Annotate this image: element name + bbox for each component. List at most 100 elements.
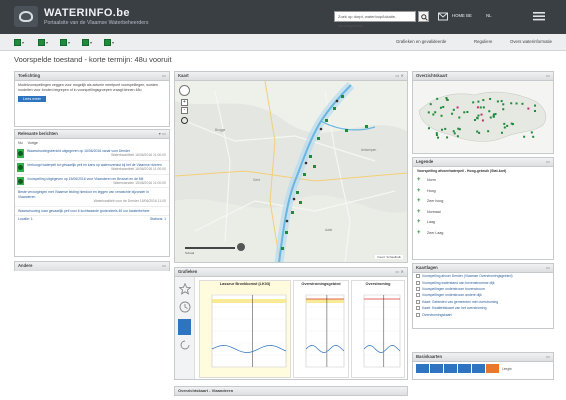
station-marker[interactable] bbox=[533, 109, 536, 112]
layer-button-1[interactable]: ▾ bbox=[14, 38, 24, 47]
station-marker[interactable] bbox=[489, 97, 492, 100]
station-marker[interactable] bbox=[452, 130, 455, 133]
station-marker[interactable] bbox=[500, 100, 503, 103]
message-item[interactable]: Verhoogd waterpeil tot gevaarlijk peil e… bbox=[15, 161, 169, 175]
station-marker[interactable] bbox=[479, 106, 482, 109]
nav-reguliere[interactable]: Reguliere bbox=[474, 39, 492, 44]
refresh-icon[interactable] bbox=[179, 339, 191, 351]
station-marker[interactable] bbox=[472, 101, 475, 104]
header-link-home[interactable]: HOME BE bbox=[452, 13, 472, 18]
station-marker[interactable] bbox=[476, 106, 479, 109]
basemap-swatch[interactable] bbox=[416, 364, 429, 373]
station-marker[interactable] bbox=[437, 136, 440, 139]
message-item[interactable]: Waarschuwing naar gevaarlijk peil voor 6… bbox=[15, 207, 169, 217]
pan-control[interactable] bbox=[179, 85, 190, 96]
station-marker[interactable] bbox=[444, 127, 447, 130]
station-marker[interactable] bbox=[435, 132, 438, 135]
collapse-icon[interactable]: ▭ bbox=[162, 262, 166, 270]
station-marker[interactable] bbox=[435, 134, 438, 137]
tab-now[interactable]: Nu bbox=[18, 141, 23, 145]
station-marker[interactable] bbox=[436, 97, 439, 100]
pager-stations[interactable]: Stations: 1 bbox=[150, 217, 166, 221]
collapse-icon[interactable]: ▭ bbox=[162, 72, 166, 80]
overview-map[interactable] bbox=[413, 81, 553, 153]
station-marker[interactable] bbox=[482, 106, 485, 109]
search-button[interactable] bbox=[418, 11, 429, 22]
station-marker[interactable] bbox=[446, 136, 449, 139]
station-marker[interactable] bbox=[476, 116, 479, 119]
mail-icon[interactable] bbox=[438, 12, 448, 21]
station-marker[interactable] bbox=[452, 108, 455, 111]
station-marker[interactable] bbox=[463, 111, 466, 114]
station-marker[interactable] bbox=[532, 135, 535, 138]
header-link-language[interactable]: NL bbox=[486, 13, 492, 18]
other-panel-header[interactable]: Andere ▭ bbox=[15, 262, 169, 271]
station-marker[interactable] bbox=[510, 102, 513, 105]
layer-checkbox[interactable]: Overstromingskaart bbox=[413, 311, 553, 317]
basemap-swatch[interactable] bbox=[458, 364, 471, 373]
scale-handle[interactable] bbox=[237, 243, 245, 251]
station-marker[interactable] bbox=[503, 122, 506, 125]
waterinfo-logo[interactable] bbox=[14, 6, 38, 27]
station-marker[interactable] bbox=[427, 111, 430, 114]
message-item[interactable]: Waarschuwingsbericht uitgegeven op 16/06… bbox=[15, 147, 169, 161]
star-icon[interactable] bbox=[179, 283, 191, 295]
station-marker[interactable] bbox=[494, 113, 497, 116]
collapse-icon[interactable]: ▭ bbox=[546, 264, 550, 272]
station-marker[interactable] bbox=[510, 122, 513, 125]
nav-graphs[interactable]: Grafieken en gevalideerde bbox=[396, 39, 446, 44]
station-marker[interactable] bbox=[453, 132, 456, 135]
station-marker[interactable] bbox=[502, 108, 505, 111]
station-marker[interactable] bbox=[502, 103, 505, 106]
station-marker[interactable] bbox=[442, 105, 445, 108]
station-marker[interactable] bbox=[434, 111, 437, 114]
collapse-icon[interactable]: ▭ bbox=[546, 72, 550, 80]
station-marker[interactable] bbox=[487, 130, 490, 133]
basemap-swatch[interactable] bbox=[486, 364, 499, 373]
bottom-panel-header[interactable]: Overzichtskaart - Vlaanderen bbox=[174, 386, 408, 396]
basemap-swatch[interactable] bbox=[430, 364, 443, 373]
station-marker[interactable] bbox=[521, 102, 524, 105]
basemap-swatch[interactable] bbox=[472, 364, 485, 373]
station-marker[interactable] bbox=[492, 115, 495, 118]
station-marker[interactable] bbox=[488, 110, 491, 113]
station-marker[interactable] bbox=[427, 127, 430, 130]
station-marker[interactable] bbox=[523, 135, 526, 138]
clock-icon[interactable] bbox=[179, 301, 191, 313]
station-marker[interactable] bbox=[496, 100, 499, 103]
station-marker[interactable] bbox=[466, 111, 469, 114]
read-more-button[interactable]: Lees meer bbox=[18, 96, 46, 103]
main-map[interactable]: Brugge Gent Antwerpen Aalst + - Schaal Kaa… bbox=[175, 81, 407, 262]
collapse-icon[interactable]: ▭ bbox=[546, 353, 550, 361]
map-canvas[interactable]: Brugge Gent Antwerpen Aalst bbox=[175, 81, 407, 262]
layer-button-2[interactable]: ▾ bbox=[38, 38, 48, 47]
layer-button-4[interactable]: ▾ bbox=[82, 38, 92, 47]
station-marker[interactable] bbox=[477, 100, 480, 103]
station-marker[interactable] bbox=[530, 131, 533, 134]
station-marker[interactable] bbox=[445, 97, 448, 100]
zoom-in-button[interactable]: + bbox=[181, 99, 188, 106]
station-marker[interactable] bbox=[441, 128, 444, 131]
station-marker[interactable] bbox=[482, 99, 485, 102]
graph-type-button[interactable] bbox=[178, 319, 191, 335]
station-marker[interactable] bbox=[477, 114, 480, 117]
station-marker[interactable] bbox=[456, 106, 459, 109]
station-marker[interactable] bbox=[527, 107, 530, 110]
station-marker[interactable] bbox=[534, 104, 537, 107]
station-marker[interactable] bbox=[503, 126, 506, 129]
station-marker[interactable] bbox=[439, 106, 442, 109]
station-marker[interactable] bbox=[473, 119, 476, 122]
station-marker[interactable] bbox=[500, 131, 503, 134]
station-marker[interactable] bbox=[440, 114, 443, 117]
station-marker[interactable] bbox=[489, 116, 492, 119]
station-marker[interactable] bbox=[457, 127, 460, 130]
station-marker[interactable] bbox=[478, 131, 481, 134]
station-marker[interactable] bbox=[432, 113, 435, 116]
station-marker[interactable] bbox=[480, 113, 483, 116]
menu-icon[interactable] bbox=[533, 11, 545, 21]
station-marker[interactable] bbox=[481, 119, 484, 122]
brand-title[interactable]: WATERINFO.be bbox=[44, 7, 130, 19]
pager-locations[interactable]: Locatie: 1 bbox=[18, 217, 33, 221]
panel-controls-icon[interactable]: ▭ ✕ bbox=[395, 72, 404, 80]
collapse-icon[interactable]: ▭ bbox=[546, 158, 550, 166]
